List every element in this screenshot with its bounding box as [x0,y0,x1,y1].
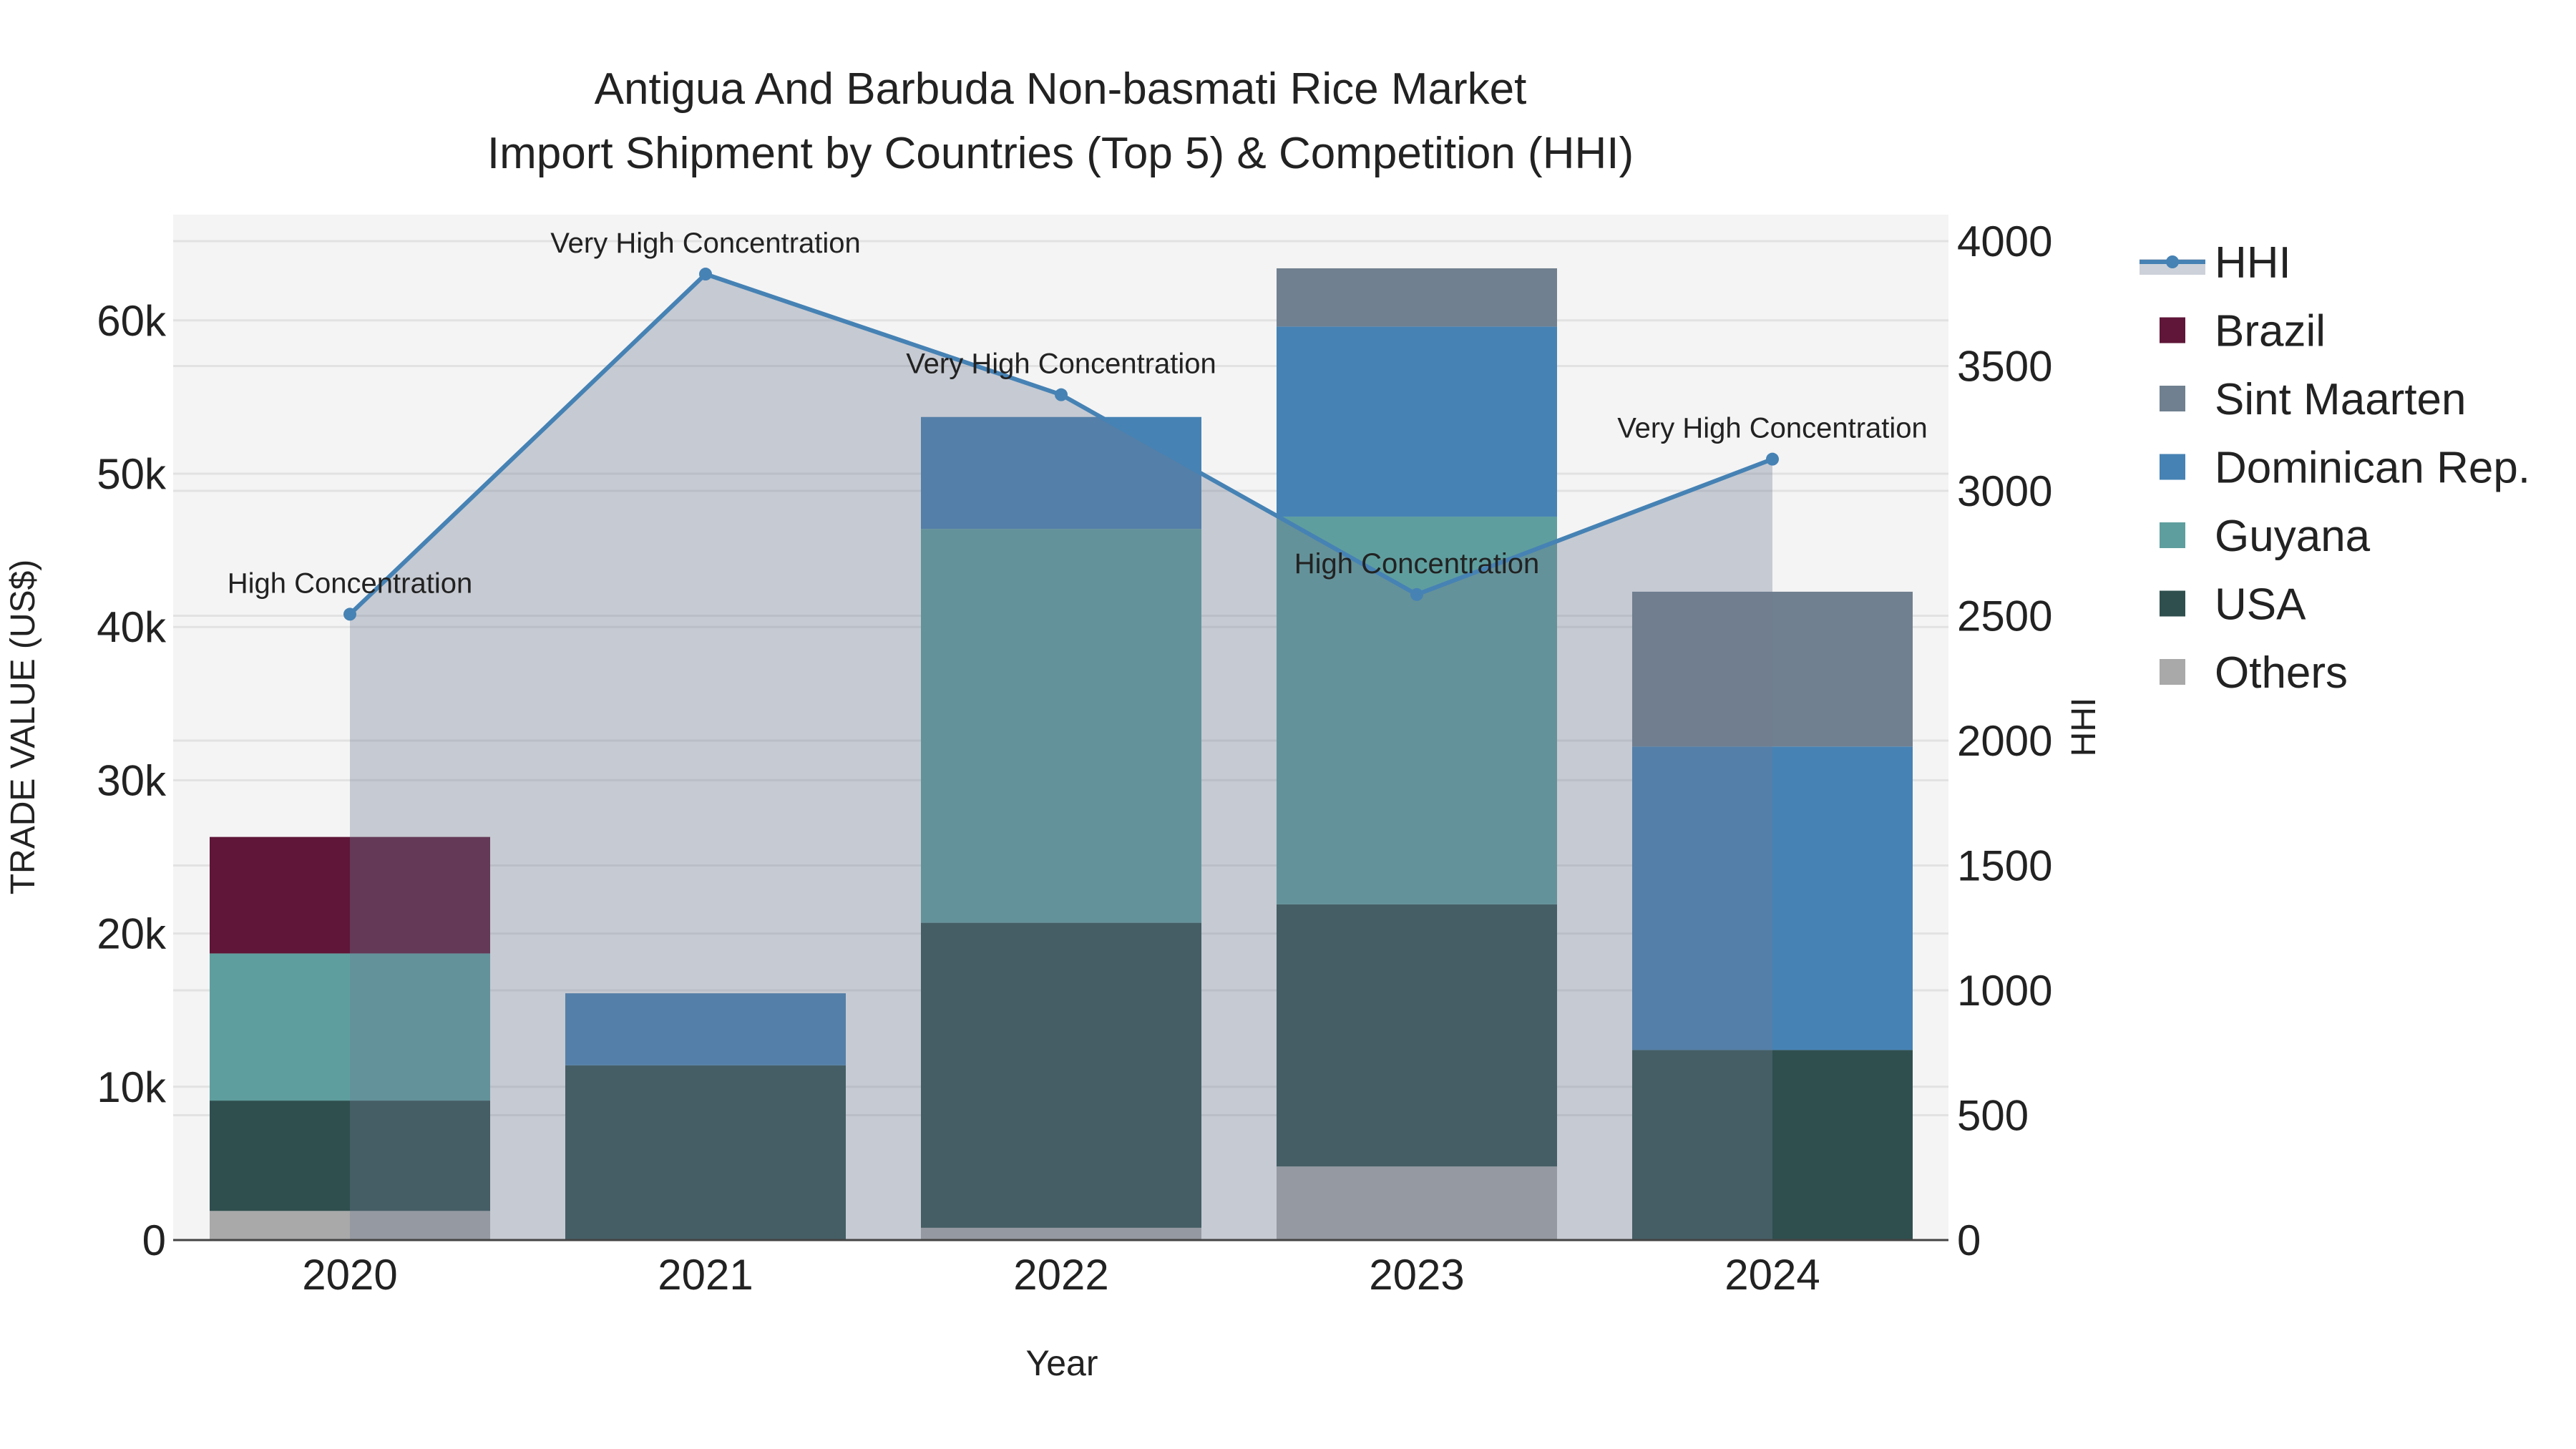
legend-label: USA [2215,580,2306,630]
hhi-annotation: Very High Concentration [906,348,1216,380]
legend-item-guyana[interactable]: Guyana [2160,512,2371,561]
chart: Antigua And Barbuda Non-basmati Rice Mar… [4,64,2530,1383]
y2-axis-title: HHI [2065,698,2103,757]
y2-tick-label: 1500 [1957,841,2052,889]
hhi-point-2023 [1410,587,1423,601]
legend-swatch [2160,659,2185,685]
hhi-annotation: Very High Concentration [550,228,861,259]
hhi-point-2022 [1055,388,1068,401]
hhi-annotation: Very High Concentration [1617,413,1928,444]
legend-swatch [2160,522,2185,548]
legend-item-dominican-rep-[interactable]: Dominican Rep. [2160,444,2530,493]
legend-label: Dominican Rep. [2215,444,2530,493]
y2-tick-label: 2000 [1957,717,2052,765]
legend: HHI Brazil Sint Maarten Dominican Rep. Guyan… [2140,238,2530,698]
x-tick-label: 2022 [1013,1251,1108,1299]
hhi-point-2024 [1766,452,1779,466]
y2-tick-label: 0 [1957,1216,1981,1264]
y-tick-label: 0 [142,1216,166,1264]
y-tick-label: 10k [97,1063,167,1111]
bar-sint-maarten-2023 [1277,268,1557,327]
hhi-point-2021 [699,268,712,281]
legend-label: HHI [2215,238,2291,288]
legend-label: Others [2215,648,2348,698]
y2-tick-label: 3000 [1957,467,2052,515]
y-tick-label: 30k [97,756,167,804]
y-tick-label: 20k [97,910,167,958]
legend-item-others[interactable]: Others [2160,648,2348,698]
y-tick-label: 60k [97,297,167,345]
x-tick-label: 2020 [302,1251,397,1299]
x-axis-title: Year [1025,1343,1098,1383]
hhi-point-2020 [343,608,356,621]
y2-tick-label: 1000 [1957,967,2052,1015]
legend-label: Sint Maarten [2215,375,2467,424]
legend-swatch-marker [2166,255,2179,268]
legend-item-usa[interactable]: USA [2160,580,2306,630]
hhi-annotation: High Concentration [1294,548,1539,580]
x-tick-label: 2021 [658,1251,753,1299]
y2-tick-label: 4000 [1957,218,2052,265]
chart-title-line2: Import Shipment by Countries (Top 5) & C… [487,129,1634,178]
y2-tick-label: 2500 [1957,592,2052,640]
x-tick-label: 2024 [1724,1251,1820,1299]
legend-swatch [2160,317,2185,343]
legend-label: Brazil [2215,307,2326,356]
legend-item-brazil[interactable]: Brazil [2160,307,2326,356]
y2-tick-label: 500 [1957,1091,2029,1139]
hhi-annotation: High Concentration [228,567,472,599]
y-tick-label: 50k [97,450,167,498]
y-tick-label: 40k [97,603,167,651]
chart-title-line1: Antigua And Barbuda Non-basmati Rice Mar… [595,64,1527,114]
legend-label: Guyana [2215,512,2371,561]
legend-swatch [2160,590,2185,617]
x-tick-label: 2023 [1369,1251,1464,1299]
y-axis-title: TRADE VALUE (US$) [4,560,42,895]
legend-item-sint-maarten[interactable]: Sint Maarten [2160,375,2467,424]
legend-swatch [2160,386,2185,411]
legend-swatch [2160,454,2185,480]
bar-dominican-rep--2023 [1277,326,1557,517]
y2-tick-label: 3500 [1957,342,2052,390]
legend-item-hhi[interactable]: HHI [2140,238,2291,288]
